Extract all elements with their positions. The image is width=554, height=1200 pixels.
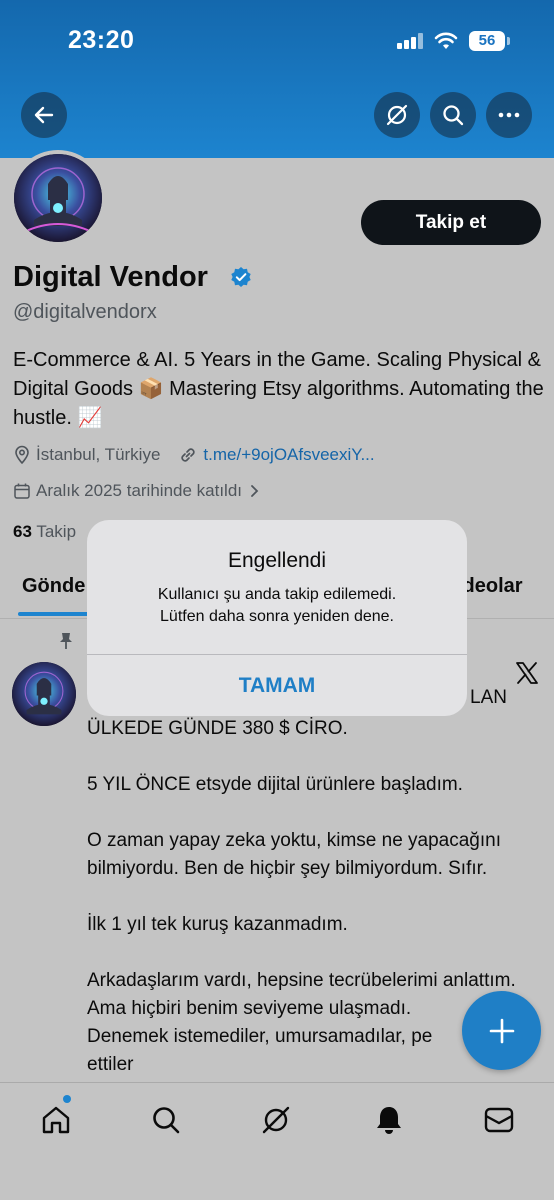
nav-notifications[interactable] bbox=[372, 1103, 406, 1137]
alert-message: Kullanıcı şu anda takip edilemedi. Lütfe… bbox=[87, 584, 467, 628]
alert-message-line1: Kullanıcı şu anda takip edilemedi. bbox=[157, 586, 397, 603]
tab-posts[interactable]: Gönde bbox=[22, 575, 85, 598]
grok-button[interactable] bbox=[374, 92, 420, 138]
active-tab-indicator bbox=[18, 612, 90, 616]
avatar-meditating-figure-image bbox=[12, 662, 76, 726]
profile-location: İstanbul, Türkiye bbox=[36, 445, 161, 464]
profile-bio: E-Commerce & AI. 5 Years in the Game. Sc… bbox=[13, 349, 544, 429]
post-text-fragment: LAN bbox=[470, 687, 507, 708]
calendar-icon bbox=[14, 483, 30, 499]
home-icon bbox=[42, 1106, 70, 1134]
location-icon bbox=[15, 445, 29, 465]
wifi-icon bbox=[434, 32, 458, 49]
arrow-left-icon bbox=[34, 106, 54, 124]
profile-joined: Aralık 2025 tarihinde katıldı bbox=[36, 481, 243, 500]
more-icon bbox=[498, 112, 520, 118]
profile-name: Digital Vendor bbox=[13, 261, 208, 293]
bottom-nav bbox=[0, 1082, 554, 1200]
follow-button[interactable]: Takip et bbox=[361, 200, 541, 245]
grok-icon bbox=[386, 104, 408, 126]
chevron-right-icon[interactable] bbox=[248, 483, 260, 499]
home-notification-dot bbox=[63, 1095, 71, 1103]
link-icon bbox=[181, 448, 196, 462]
nav-grok[interactable] bbox=[259, 1103, 293, 1137]
nav-messages[interactable] bbox=[482, 1103, 516, 1137]
profile-avatar[interactable] bbox=[10, 150, 106, 246]
mail-icon bbox=[484, 1107, 514, 1133]
more-button[interactable] bbox=[486, 92, 532, 138]
following-label: Takip bbox=[36, 522, 77, 541]
status-bar: 23:20 56 bbox=[0, 0, 554, 80]
plus-icon bbox=[489, 1018, 514, 1043]
alert-message-line2: Lütfen daha sonra yeniden dene. bbox=[160, 608, 394, 625]
alert-dialog: Engellendi Kullanıcı şu anda takip edile… bbox=[87, 520, 467, 716]
grok-icon bbox=[262, 1106, 290, 1134]
profile-joined-row: Aralık 2025 tarihinde katıldı bbox=[13, 481, 265, 501]
alert-ok-button[interactable]: TAMAM bbox=[87, 655, 467, 716]
pin-icon bbox=[60, 633, 72, 649]
x-logo-icon bbox=[516, 662, 538, 684]
profile-meta-row: İstanbul, Türkiye t.me/+9ojOAfsveexiY... bbox=[13, 445, 375, 465]
battery-tip bbox=[507, 37, 510, 45]
following-count[interactable]: 63 Takip bbox=[13, 522, 76, 542]
search-icon bbox=[443, 105, 464, 126]
bell-icon bbox=[377, 1107, 401, 1134]
post-author-avatar[interactable] bbox=[12, 662, 76, 726]
following-number: 63 bbox=[13, 522, 32, 541]
signal-icon bbox=[397, 33, 425, 49]
back-button[interactable] bbox=[21, 92, 67, 138]
search-button[interactable] bbox=[430, 92, 476, 138]
profile-handle: @digitalvendorx bbox=[13, 301, 157, 323]
alert-title: Engellendi bbox=[227, 549, 327, 572]
profile-link[interactable]: t.me/+9ojOAfsveexiY... bbox=[203, 445, 374, 465]
search-icon bbox=[153, 1107, 180, 1134]
nav-search[interactable] bbox=[149, 1103, 183, 1137]
nav-home[interactable] bbox=[39, 1103, 73, 1137]
battery-indicator: 56 bbox=[469, 31, 505, 51]
verified-badge-icon bbox=[231, 267, 251, 287]
status-time: 23:20 bbox=[68, 26, 135, 54]
avatar-meditating-figure-image bbox=[14, 154, 102, 242]
compose-button[interactable] bbox=[462, 991, 541, 1070]
